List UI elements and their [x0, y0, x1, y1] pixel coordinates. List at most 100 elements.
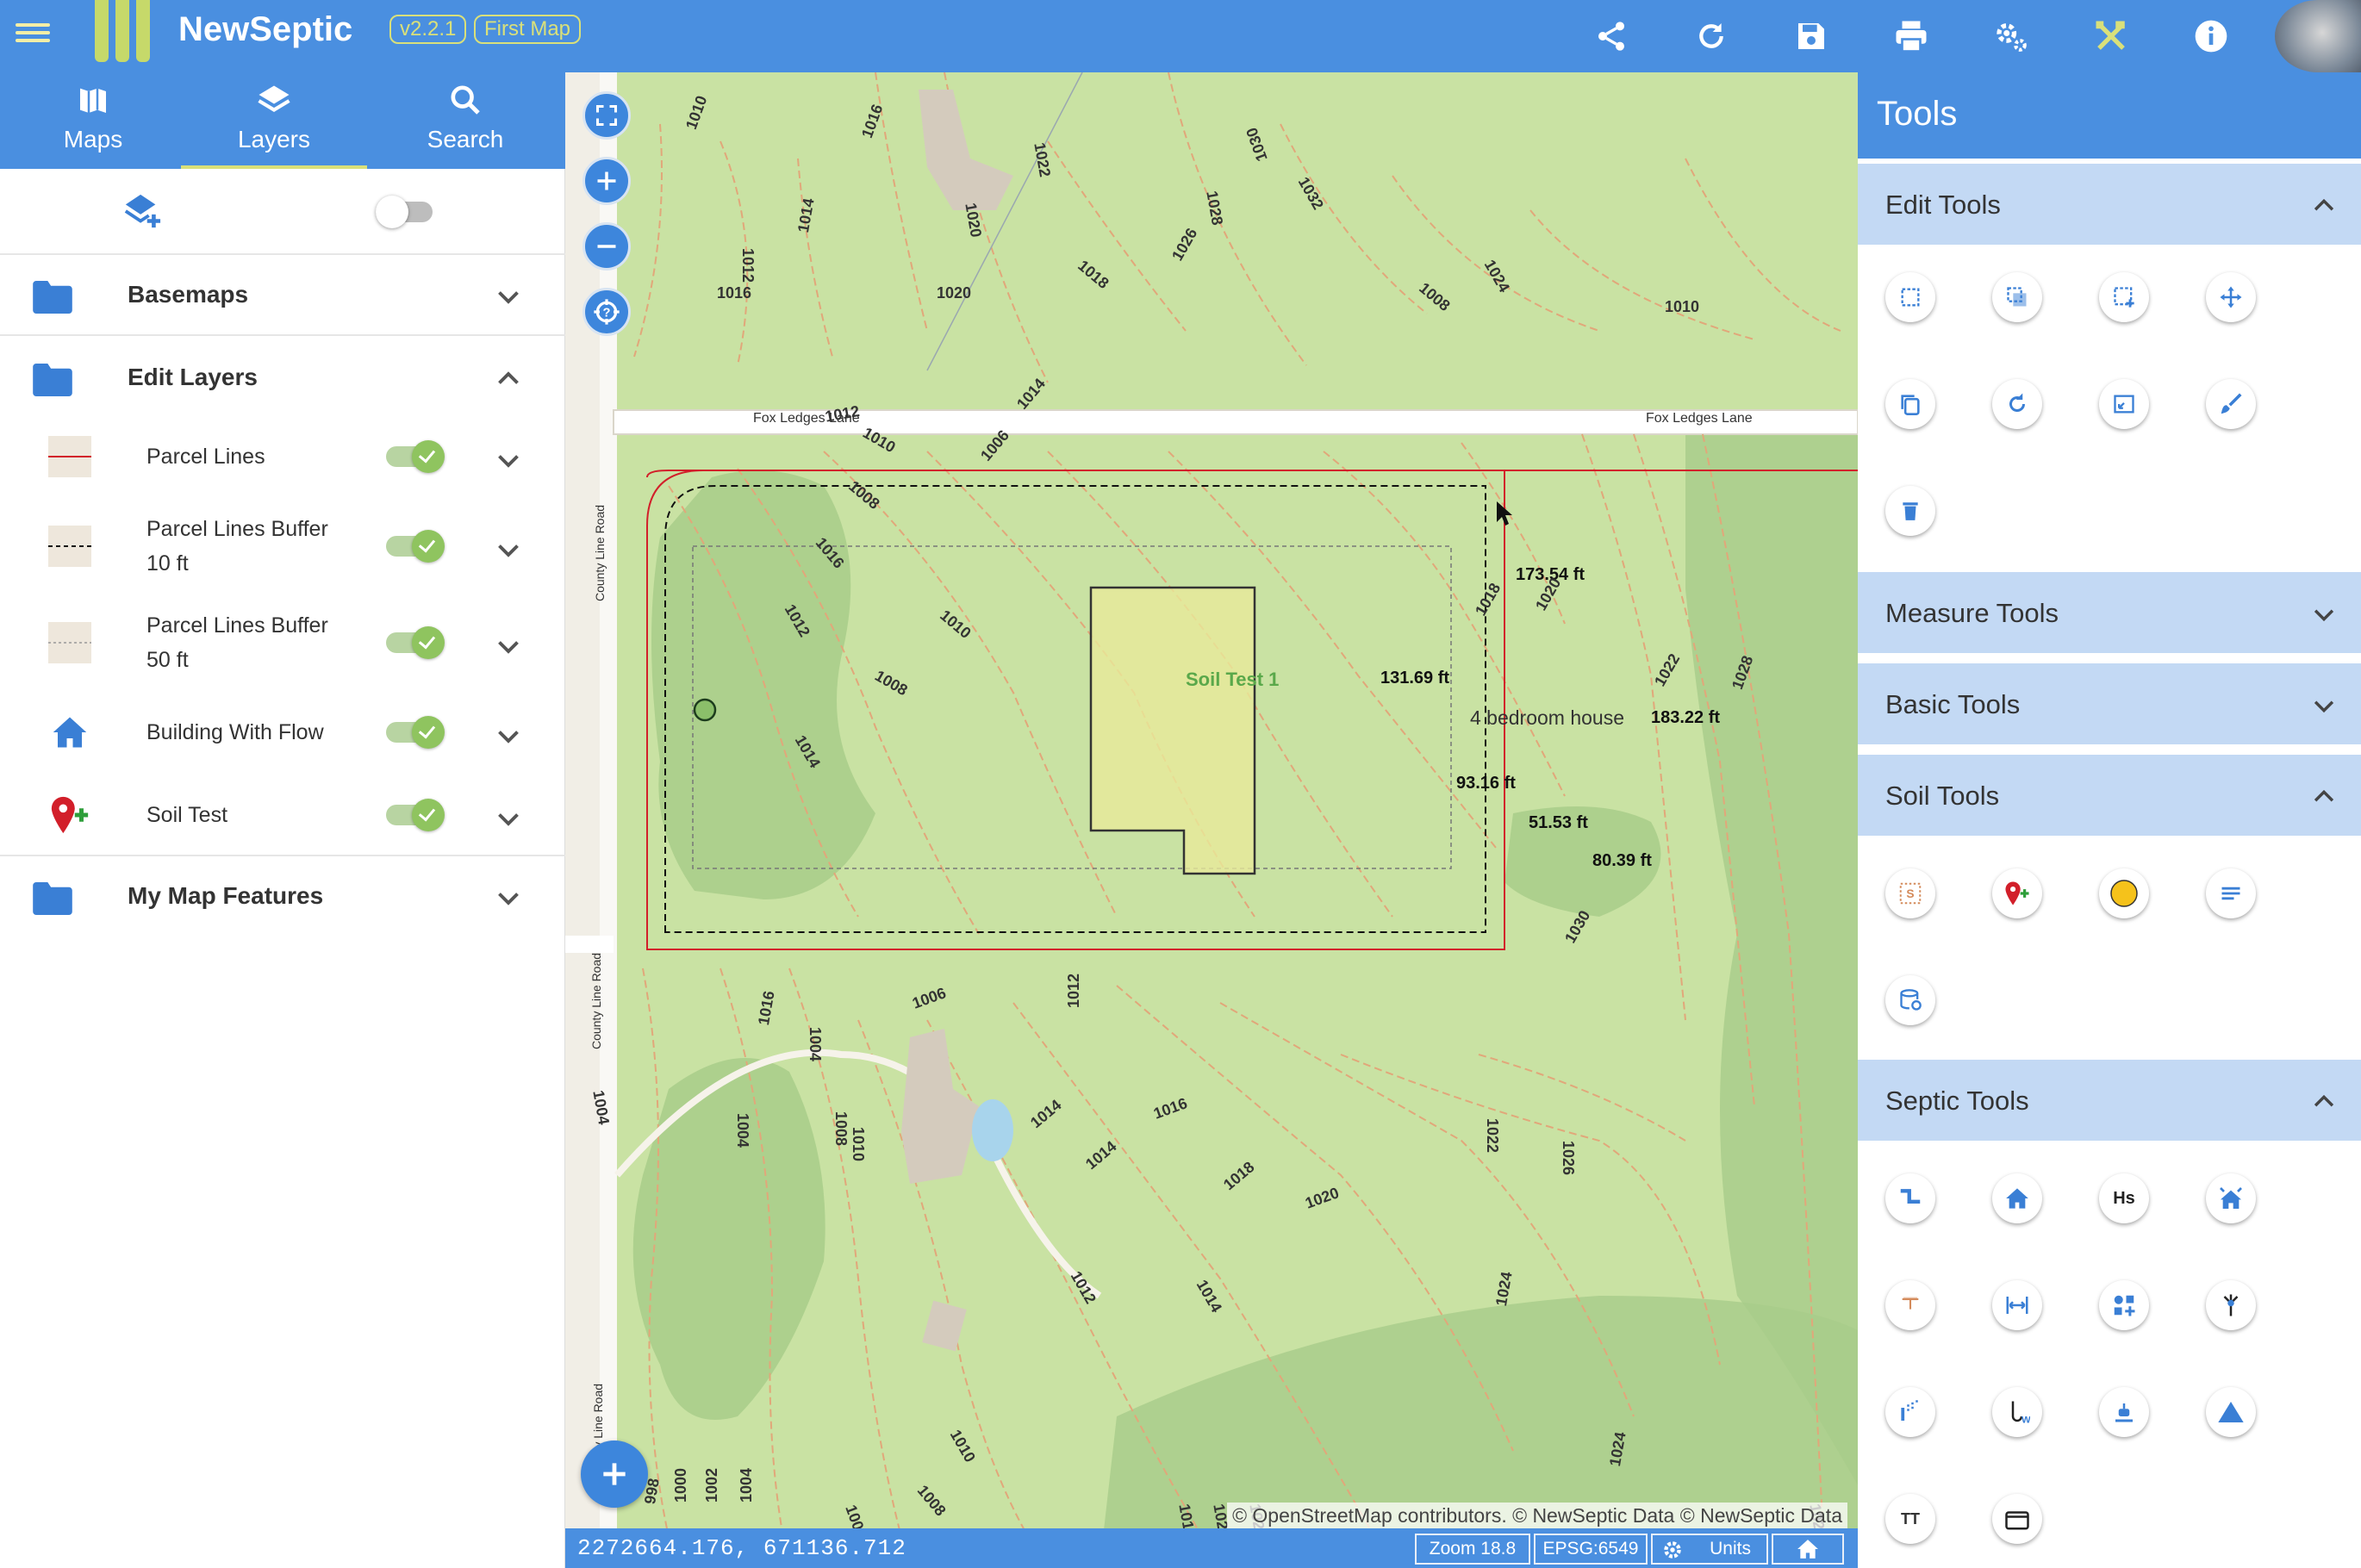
- road-label: County Line Road: [589, 952, 604, 1050]
- chevron-down-icon[interactable]: [493, 445, 524, 476]
- top-bar: NewSeptic v2.2.1 First Map: [0, 0, 2361, 72]
- layer-visibility-toggle[interactable]: [386, 440, 445, 473]
- zoom-out-button[interactable]: [582, 222, 631, 271]
- tools-icon[interactable]: [2085, 10, 2137, 62]
- zoom-in-button[interactable]: [582, 157, 631, 205]
- group-label: Edit Layers: [128, 364, 258, 390]
- group-basemaps[interactable]: Basemaps: [0, 255, 565, 336]
- paint-icon: [2221, 393, 2242, 414]
- folder-tool[interactable]: [1992, 1494, 2042, 1544]
- pump-tool[interactable]: [2099, 1387, 2149, 1437]
- copy-tool[interactable]: [1885, 379, 1935, 429]
- layer-visibility-toggle[interactable]: [386, 716, 445, 749]
- section-soil-tools[interactable]: Soil Tools: [1858, 755, 2361, 836]
- layer-parcel-buffer-50: Parcel Lines Buffer 50 ft: [0, 600, 565, 686]
- print-icon[interactable]: [1885, 10, 1937, 62]
- select-area-tool[interactable]: [2099, 272, 2149, 322]
- add-feature-button[interactable]: [581, 1440, 648, 1508]
- soil-test-marker-icon: [2005, 881, 2029, 905]
- dimension-label: 131.69 ft: [1380, 669, 1450, 688]
- text-tool[interactable]: TT: [1885, 1494, 1935, 1544]
- home-extent-button[interactable]: [1772, 1534, 1844, 1565]
- text-icon: TT: [1901, 1509, 1920, 1528]
- section-measure-tools[interactable]: Measure Tools: [1858, 572, 2361, 653]
- soil-database-tool[interactable]: [1885, 975, 1935, 1025]
- map-layer[interactable]: [565, 72, 1858, 1568]
- chevron-down-icon[interactable]: [493, 720, 524, 751]
- tab-search[interactable]: Search: [372, 72, 558, 169]
- map-attribution[interactable]: © OpenStreetMap contributors. © NewSepti…: [1227, 1503, 1847, 1529]
- map-name-badge[interactable]: First Map: [474, 15, 582, 44]
- delete-tool[interactable]: [1885, 486, 1935, 536]
- well-tool[interactable]: W: [1992, 1387, 2042, 1437]
- layer-label-line2: 50 ft: [146, 648, 189, 672]
- user-avatar[interactable]: [2275, 0, 2361, 72]
- distribution-tool[interactable]: [2206, 1280, 2256, 1330]
- menu-icon[interactable]: [16, 19, 50, 53]
- info-icon[interactable]: [2185, 10, 2237, 62]
- chevron-down-icon[interactable]: [493, 882, 524, 913]
- move-tool[interactable]: [2206, 272, 2256, 322]
- group-edit-layers[interactable]: Edit Layers: [0, 338, 565, 419]
- soil-sample-icon: S: [1899, 882, 1922, 905]
- triangle-tool[interactable]: [2206, 1387, 2256, 1437]
- svg-text:?: ?: [603, 306, 611, 320]
- tank-tool[interactable]: [1885, 1280, 1935, 1330]
- house-tool[interactable]: [1992, 1173, 2042, 1223]
- select-multiple-tool[interactable]: [1992, 272, 2042, 322]
- tools-header: Tools: [1858, 72, 2361, 159]
- map-canvas[interactable]: Fox Ledges Lane Fox Ledges Lane County L…: [565, 72, 1858, 1568]
- save-icon[interactable]: [1785, 10, 1837, 62]
- chevron-down-icon[interactable]: [493, 281, 524, 312]
- chevron-up-icon[interactable]: [493, 364, 524, 395]
- resize-tool[interactable]: [2099, 379, 2149, 429]
- pipe-tool[interactable]: [1885, 1173, 1935, 1223]
- layer-visibility-toggle[interactable]: [386, 530, 445, 563]
- search-icon: [451, 85, 480, 115]
- epsg-code[interactable]: EPSG:6549: [1534, 1534, 1648, 1565]
- tab-layers[interactable]: Layers: [181, 72, 367, 169]
- status-bar: 2272664.176, 671136.712 Zoom 18.8 EPSG:6…: [565, 1528, 1858, 1568]
- lateral-tool[interactable]: [1885, 1387, 1935, 1437]
- layers-master-toggle[interactable]: [376, 196, 433, 228]
- units-button[interactable]: Units: [1651, 1534, 1768, 1565]
- soil-list-tool[interactable]: [2206, 868, 2256, 918]
- chevron-down-icon[interactable]: [493, 803, 524, 834]
- tab-maps[interactable]: Maps: [0, 72, 186, 169]
- fullscreen-button[interactable]: [582, 91, 631, 140]
- refresh-icon[interactable]: [1685, 10, 1737, 62]
- contour-label: 1004: [734, 1113, 751, 1148]
- locate-button[interactable]: ?: [582, 288, 631, 336]
- section-basic-tools[interactable]: Basic Tools: [1858, 663, 2361, 744]
- soil-sample-tool[interactable]: S: [1885, 868, 1935, 918]
- contour-label: 1012: [739, 248, 757, 283]
- contour-label: 1008: [832, 1111, 850, 1147]
- layer-visibility-toggle[interactable]: [386, 626, 445, 659]
- soil-test-tool[interactable]: [1992, 868, 2042, 918]
- group-my-map-features[interactable]: My Map Features: [0, 855, 565, 936]
- select-box-tool[interactable]: [1885, 272, 1935, 322]
- parcel-line-symbol: [48, 436, 91, 477]
- chevron-down-icon[interactable]: [493, 631, 524, 662]
- chevron-down-icon: [2314, 609, 2334, 622]
- section-edit-tools[interactable]: Edit Tools: [1858, 164, 2361, 245]
- share-icon[interactable]: [1585, 10, 1637, 62]
- section-septic-tools[interactable]: Septic Tools: [1858, 1060, 2361, 1141]
- chevron-up-icon: [2314, 789, 2334, 802]
- add-shape-tool[interactable]: [2099, 1280, 2149, 1330]
- lateral-icon: [1901, 1400, 1918, 1421]
- settings-icon[interactable]: [1985, 10, 2037, 62]
- paint-tool[interactable]: [2206, 379, 2256, 429]
- building-flow-tool[interactable]: [2206, 1173, 2256, 1223]
- add-layer-icon[interactable]: [122, 191, 162, 231]
- layer-visibility-toggle[interactable]: [386, 799, 445, 831]
- rotate-tool[interactable]: [1992, 379, 2042, 429]
- dimension-tool[interactable]: [1992, 1280, 2042, 1330]
- chevron-down-icon[interactable]: [493, 534, 524, 565]
- tab-label: Maps: [63, 126, 123, 152]
- section-label: Basic Tools: [1885, 689, 2021, 719]
- soil-circle-tool[interactable]: [2099, 868, 2149, 918]
- contour-label: 1016: [717, 284, 752, 302]
- hs-tool[interactable]: Hs: [2099, 1173, 2149, 1223]
- layer-label: Parcel Lines Buffer 10 ft: [146, 512, 371, 581]
